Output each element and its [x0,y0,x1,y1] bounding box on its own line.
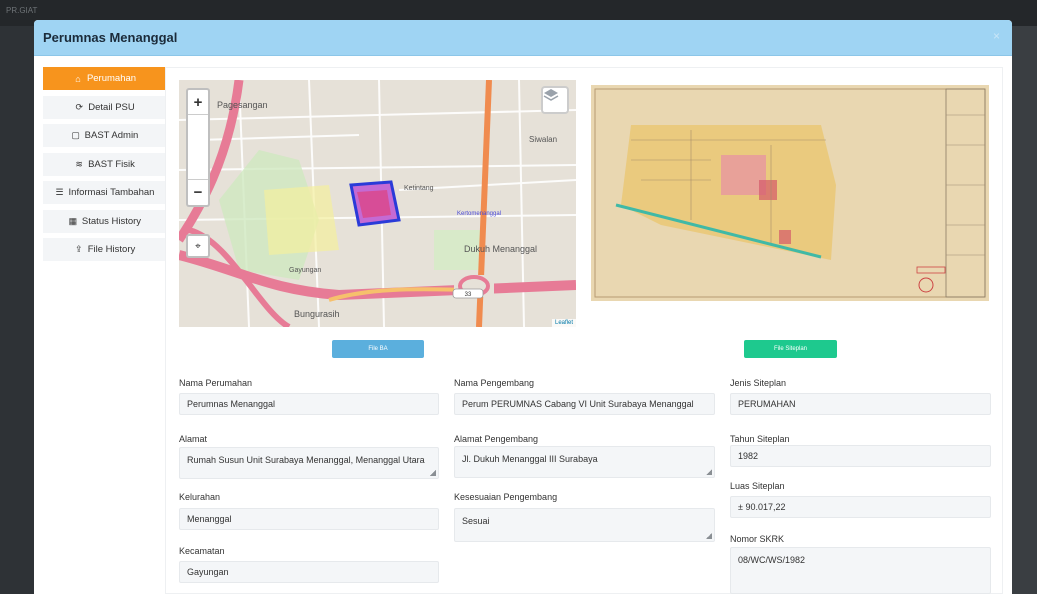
file-ba-button[interactable]: File BA [332,340,424,358]
place-label: Pagesangan [217,100,268,110]
alamat-pengembang-label: Alamat Pengembang [454,434,539,444]
nama-pengembang-label: Nama Pengembang [454,378,535,388]
alamat-label: Alamat [179,434,208,444]
siteplan-image [591,85,989,301]
file-siteplan-button[interactable]: File Siteplan [744,340,837,358]
perumahan-modal: Perumnas Menanggal × ⌂ Perumahan ⟳ Detai… [34,20,1012,594]
spinner-icon: ⟳ [75,101,84,112]
menu-item-informasi-tambahan[interactable]: ☰ Informasi Tambahan [43,181,166,204]
place-label: Kertomenanggal [457,211,501,217]
highway-shield: 33 [465,292,472,298]
zoom-in-button[interactable]: + [188,90,208,115]
menu-item-file-history[interactable]: ⇪ File History [43,238,166,261]
nomor-skrk-value: 08/WC/WS/1982 [738,555,806,565]
place-label: Bungurasih [294,309,340,319]
siteplan-drawing [591,85,989,301]
tahun-siteplan-label: Tahun Siteplan [730,434,790,444]
zoom-control: + − [186,88,210,207]
locate-icon[interactable]: ⌖ [186,234,210,258]
file-icon: ▢ [71,130,80,140]
menu-item-label: Informasi Tambahan [68,187,155,198]
layers-icon[interactable] [541,86,569,114]
menu-item-label: Perumahan [86,73,137,84]
nama-perumahan-label: Nama Perumahan [179,378,253,388]
place-label: Siwalan [529,135,557,144]
detail-content: 33 Pagesangan Gayungan Dukuh Menanggal S… [165,67,1003,594]
menu-item-detail-psu[interactable]: ⟳ Detail PSU [43,95,166,119]
menu-item-label: Status History [81,215,142,227]
resize-handle-icon[interactable] [430,470,436,476]
layers-glyph [543,89,559,101]
zoom-out-button[interactable]: − [188,180,208,205]
place-label: Dukuh Menanggal [464,244,537,254]
resize-handle-icon[interactable] [706,533,712,539]
map-tiles: 33 Pagesangan Gayungan Dukuh Menanggal S… [179,80,576,327]
alamat-pengembang-value: Jl. Dukuh Menanggal III Surabaya [462,454,598,464]
location-map[interactable]: 33 Pagesangan Gayungan Dukuh Menanggal S… [179,80,576,327]
app-brand: PR.GIAT [6,6,38,15]
kecamatan-label: Kecamatan [179,546,225,556]
alamat-field[interactable]: Rumah Susun Unit Surabaya Menanggal, Men… [179,447,439,479]
menu-item-label: BAST Admin [84,130,139,141]
kelurahan-field[interactable]: Menanggal [179,508,439,530]
jenis-siteplan-field[interactable]: PERUMAHAN [730,393,991,415]
menu-item-perumahan[interactable]: ⌂ Perumahan [43,67,166,90]
kecamatan-field[interactable]: Gayungan [179,561,439,583]
alamat-value: Rumah Susun Unit Surabaya Menanggal, Men… [187,455,425,465]
menu-item-bast-fisik[interactable]: ≋ BAST Fisik [43,152,166,176]
upload-icon: ⇪ [74,244,83,254]
place-label: Gayungan [289,267,321,274]
nama-perumahan-field[interactable]: Perumnas Menanggal [179,393,439,415]
kelurahan-label: Kelurahan [179,492,221,502]
tahun-siteplan-field[interactable]: 1982 [730,445,991,467]
menu-item-label: Detail PSU [88,101,135,113]
modal-title: Perumnas Menanggal [43,30,178,45]
home-icon: ⌂ [75,73,81,84]
zoom-slider[interactable] [188,115,208,180]
map-attribution[interactable]: Leaflet [551,319,576,327]
luas-siteplan-label: Luas Siteplan [730,481,785,491]
kesesuaian-pengembang-field[interactable]: Sesuai [454,508,715,542]
menu-item-label: File History [87,244,136,255]
jenis-siteplan-label: Jenis Siteplan [730,378,787,388]
close-icon[interactable]: × [993,29,1000,43]
nomor-skrk-field[interactable]: 08/WC/WS/1982 [730,547,991,594]
detail-menu: ⌂ Perumahan ⟳ Detail PSU ▢ BAST Admin ≋ … [43,67,166,267]
calendar-icon: ▦ [68,215,78,226]
kesesuaian-pengembang-value: Sesuai [462,516,490,526]
menu-item-status-history[interactable]: ▦ Status History [43,209,166,233]
menu-item-bast-admin[interactable]: ▢ BAST Admin [43,124,166,147]
menu-item-label: BAST Fisik [88,158,135,170]
alamat-pengembang-field[interactable]: Jl. Dukuh Menanggal III Surabaya [454,446,715,478]
layers-icon: ≋ [75,158,83,169]
place-label: Ketintang [404,185,434,192]
database-icon: ☰ [55,187,64,197]
modal-header: Perumnas Menanggal × [34,20,1012,56]
nomor-skrk-label: Nomor SKRK [730,534,785,544]
nama-pengembang-field[interactable]: Perum PERUMNAS Cabang VI Unit Surabaya M… [454,393,715,415]
kesesuaian-pengembang-label: Kesesuaian Pengembang [454,492,558,502]
resize-handle-icon[interactable] [706,469,712,475]
luas-siteplan-field[interactable]: ± 90.017,22 [730,496,991,518]
